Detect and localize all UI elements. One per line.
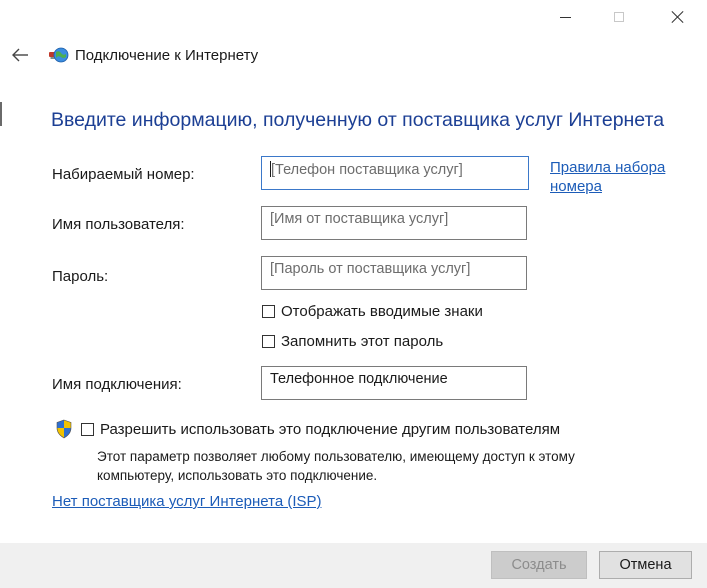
window-edge-marker	[0, 102, 2, 126]
password-label: Пароль:	[52, 268, 109, 285]
show-chars-checkbox[interactable]	[262, 305, 275, 318]
connection-name-value: Телефонное подключение	[270, 371, 448, 387]
allow-others-checkbox[interactable]	[81, 423, 94, 436]
username-input[interactable]: [Имя от поставщика услуг]	[261, 206, 527, 240]
close-icon	[671, 10, 685, 24]
connection-name-input[interactable]: Телефонное подключение	[261, 366, 527, 400]
allow-others-note: Этот параметр позволяет любому пользоват…	[97, 447, 575, 485]
password-placeholder: [Пароль от поставщика услуг]	[270, 261, 471, 277]
allow-others-note-line2: компьютеру, использовать это подключение…	[97, 468, 378, 483]
cancel-button[interactable]: Отмена	[599, 551, 692, 579]
remember-password-checkbox-row[interactable]: Запомнить этот пароль	[262, 333, 443, 350]
show-chars-checkbox-row[interactable]: Отображать вводимые знаки	[262, 303, 483, 320]
close-button[interactable]	[655, 4, 701, 30]
phone-label: Набираемый номер:	[52, 166, 195, 183]
dialing-rules-link-line2[interactable]: номера	[550, 177, 665, 196]
page-heading: Введите информацию, полученную от постав…	[51, 109, 665, 131]
wizard-title: Подключение к Интернету	[75, 47, 259, 64]
allow-others-note-line1: Этот параметр позволяет любому пользоват…	[97, 449, 575, 464]
remember-password-checkbox[interactable]	[262, 335, 275, 348]
maximize-icon	[614, 12, 624, 22]
phone-input[interactable]: [Телефон поставщика услуг]	[261, 156, 529, 190]
password-input[interactable]: [Пароль от поставщика услуг]	[261, 256, 527, 290]
allow-others-label[interactable]: Разрешить использовать это подключение д…	[100, 421, 560, 438]
remember-password-label[interactable]: Запомнить этот пароль	[281, 333, 443, 350]
show-chars-label[interactable]: Отображать вводимые знаки	[281, 303, 483, 320]
create-button[interactable]: Создать	[491, 551, 587, 579]
network-globe-icon	[49, 47, 69, 63]
username-placeholder: [Имя от поставщика услуг]	[270, 211, 449, 227]
back-arrow-icon[interactable]	[10, 45, 30, 65]
uac-shield-icon	[56, 419, 72, 439]
dialing-rules-link-line1[interactable]: Правила набора	[550, 158, 665, 177]
connection-name-label: Имя подключения:	[52, 376, 182, 393]
dialing-rules-link[interactable]: Правила набора номера	[550, 158, 665, 196]
phone-placeholder: [Телефон поставщика услуг]	[271, 162, 463, 178]
username-label: Имя пользователя:	[52, 216, 185, 233]
no-isp-link[interactable]: Нет поставщика услуг Интернета (ISP)	[52, 492, 322, 511]
allow-others-checkbox-row[interactable]: Разрешить использовать это подключение д…	[81, 421, 560, 438]
maximize-button[interactable]	[596, 4, 642, 30]
minimize-button[interactable]	[542, 4, 588, 30]
minimize-icon	[559, 16, 571, 18]
